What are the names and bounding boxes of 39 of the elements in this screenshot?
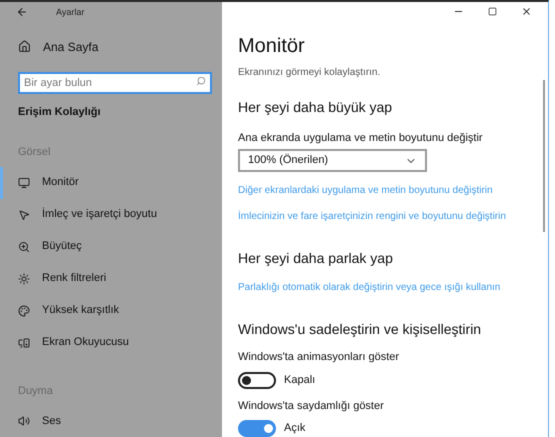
monitor-icon [18,176,30,188]
toggle-state: Açık [284,421,306,436]
page-subtitle: Ekranınızı görmeyi kolaylaştırın. [238,66,382,80]
back-icon[interactable] [16,6,28,18]
toggle-state: Kapalı [284,372,316,388]
group-heading: Görsel [18,145,52,160]
field-label: Ana ekranda uygulama ve metin boyutunu değiştir [238,130,484,146]
sun-icon [18,272,30,284]
search-field[interactable]: Bir ayar bulun [18,72,212,94]
section-heading: Her şeyi daha parlak yap [238,249,394,268]
section-heading: Her şeyi daha büyük yap [238,98,394,117]
nav-item[interactable]: Monitör [0,166,222,198]
group-heading: Duyma [18,384,54,398]
nav-item[interactable]: Renk filtreleri [0,262,222,294]
toggle-switch[interactable] [238,372,276,388]
home-link[interactable]: Ana Sayfa [43,38,98,56]
zoom-icon [18,240,30,252]
nav-item[interactable]: İmleç ve işaretçi boyutu [0,198,222,230]
section-heading: Windows'u sadeleştirin ve kişiselleştirin [238,320,482,339]
toggle-label: Windows'ta saydamlığı göster [238,398,385,414]
category-heading: Erişim Kolaylığı [18,104,102,120]
toggle-label: Windows'ta animasyonları göster [238,350,400,365]
speaker-icon [18,415,30,427]
close-icon[interactable] [521,6,532,18]
toggle-switch[interactable] [238,420,276,437]
nav-item[interactable]: Büyüteç [0,230,222,262]
window-title: Ayarlar [56,6,84,19]
palette-icon [18,304,30,316]
nav-item[interactable]: Ekran Okuyucusu [0,326,222,358]
search-icon [196,76,206,86]
scale-dropdown[interactable]: 100% (Önerilen) [238,149,427,172]
screen-icon [18,336,30,348]
page-title: Monitör [238,34,306,58]
maximize-icon[interactable] [488,7,497,16]
scrollbar-thumb[interactable] [543,80,545,232]
nav-item[interactable]: Ses [0,405,222,437]
pointer-icon [18,208,30,220]
home-icon[interactable] [18,40,31,53]
nav-item[interactable]: Yüksek karşıtlık [0,294,222,326]
